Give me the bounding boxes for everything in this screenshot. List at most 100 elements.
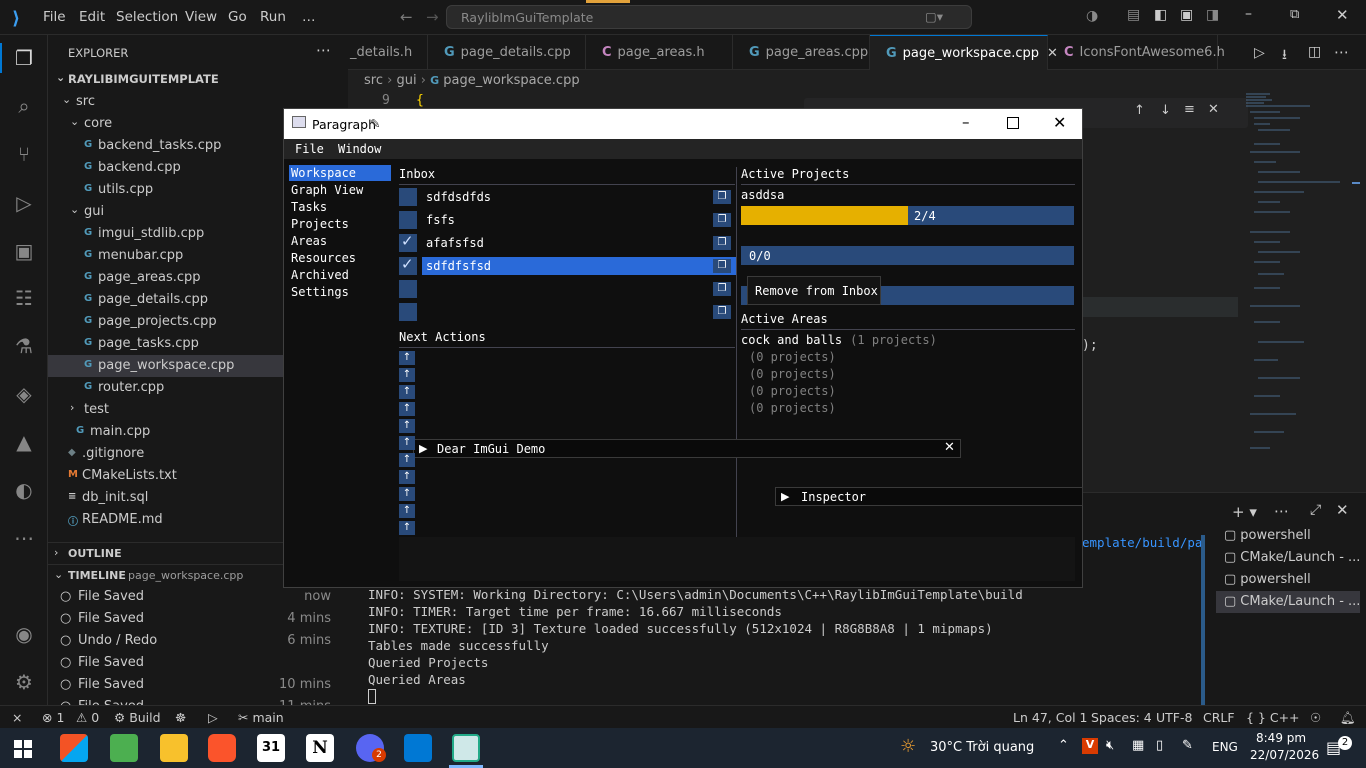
find-prev-icon[interactable]: ↑ — [1134, 103, 1145, 118]
inbox-checkbox[interactable] — [399, 232, 417, 252]
move-up-icon[interactable]: ↑ — [399, 521, 415, 535]
archive-icon[interactable]: ❐ — [713, 282, 731, 296]
archive-icon[interactable]: ❐ — [713, 305, 731, 319]
explorer-more-icon[interactable]: ⋯ — [316, 41, 331, 59]
source-control-icon[interactable]: ⑂ — [11, 141, 37, 167]
breadcrumb-src[interactable]: src — [364, 73, 383, 88]
toggle-sidebar-icon[interactable]: ◧ — [1154, 7, 1167, 23]
terminal-scrollbar[interactable] — [1201, 535, 1205, 705]
project-name[interactable]: asddsa — [741, 188, 784, 202]
area-item[interactable]: (0 projects) — [741, 401, 836, 417]
area-item[interactable]: cock and balls (1 projects) — [741, 333, 937, 349]
github-actions-icon[interactable]: ▲ — [11, 429, 37, 455]
timeline-item[interactable]: ○ File Saved — [48, 652, 348, 674]
timeline-item[interactable]: ○ File Saved 4 mins — [48, 608, 348, 630]
inspector-window[interactable]: ▶ Inspector — [775, 487, 1083, 506]
layout-customize-icon[interactable]: ▤ — [1127, 7, 1140, 23]
run-debug-icon[interactable]: ▷ — [11, 190, 37, 216]
volume-icon[interactable]: 🔇︎ — [1106, 738, 1114, 753]
close-icon[interactable]: ✕ — [1053, 113, 1066, 132]
branch-status[interactable]: ✂ main — [238, 710, 284, 725]
tab-page-areas-cpp[interactable]: Gpage_areas.cpp — [733, 35, 870, 70]
search-icon[interactable]: ⌕ — [11, 93, 37, 119]
clock-time[interactable]: 8:49 pm — [1256, 731, 1306, 745]
gitlens-icon[interactable]: ◐ — [11, 477, 37, 503]
inbox-item[interactable]: afafsfsd — [422, 234, 736, 252]
menu-run[interactable]: Run — [260, 9, 286, 25]
tab-page-areas-h[interactable]: Cpage_areas.h — [586, 35, 733, 70]
explorer-icon[interactable]: ❐ — [11, 45, 37, 71]
move-up-icon[interactable]: ↑ — [399, 419, 415, 433]
find-next-icon[interactable]: ↓ — [1160, 103, 1171, 118]
debug-icon[interactable]: ☸ — [175, 710, 186, 725]
paragraph-app-icon[interactable] — [452, 734, 480, 762]
timeline-item[interactable]: ○ File Saved 10 mins — [48, 674, 348, 696]
copilot-status-icon[interactable]: ☉ — [1310, 710, 1321, 725]
archive-icon[interactable]: ❐ — [713, 259, 731, 273]
project-root[interactable]: ⌄ RAYLIBIMGUITEMPLATE — [52, 69, 348, 91]
inbox-item[interactable]: sdfdsdfds — [422, 188, 736, 206]
accounts-layout-icon[interactable]: ◑ — [1086, 8, 1098, 24]
terminal-instance[interactable]: ▢ powershell — [1216, 525, 1360, 547]
collapse-arrow-icon[interactable]: ▶ — [419, 442, 427, 455]
imgui-menu-window[interactable]: Window — [338, 142, 381, 156]
nav-item-archived[interactable]: Archived — [289, 267, 391, 283]
weather-text[interactable]: 30°C Trời quang — [930, 740, 1034, 755]
menu-selection[interactable]: Selection — [116, 9, 178, 25]
new-terminal-icon[interactable]: + ▾ — [1232, 503, 1257, 521]
nav-item-settings[interactable]: Settings — [289, 284, 391, 300]
minecraft-icon[interactable] — [110, 734, 138, 762]
encoding-status[interactable]: UTF-8 — [1156, 710, 1192, 725]
timeline-item[interactable]: ○ Undo / Redo 6 mins — [48, 630, 348, 652]
breadcrumb-file[interactable]: page_workspace.cpp — [443, 73, 579, 88]
timeline-item[interactable]: ○ File Saved now — [48, 586, 348, 608]
find-selection-icon[interactable]: ≡ — [1184, 102, 1195, 117]
collapse-arrow-icon[interactable]: ▶ — [781, 490, 789, 503]
build-button[interactable]: ⚙ Build — [114, 710, 161, 725]
notion-icon[interactable]: N — [306, 734, 334, 762]
area-item[interactable]: (0 projects) — [741, 384, 836, 400]
menu-edit[interactable]: Edit — [79, 9, 105, 25]
remove-from-inbox-item[interactable]: Remove from Inbox — [755, 284, 878, 298]
menu-file[interactable]: File — [43, 9, 66, 25]
network-icon[interactable]: ▦ — [1132, 738, 1144, 753]
inbox-checkbox[interactable] — [399, 255, 417, 275]
store-icon[interactable] — [60, 734, 88, 762]
move-up-icon[interactable]: ↑ — [399, 368, 415, 382]
eol-status[interactable]: CRLF — [1203, 710, 1235, 725]
notifications-icon[interactable]: 🔔︎ — [1340, 710, 1356, 726]
close-icon[interactable]: ✕ — [944, 440, 955, 455]
brave-icon[interactable] — [208, 734, 236, 762]
move-up-icon[interactable]: ↑ — [399, 385, 415, 399]
tab-page-details-cpp[interactable]: Gpage_details.cpp — [428, 35, 586, 70]
nav-item-workspace[interactable]: Workspace — [289, 165, 391, 181]
discord-icon[interactable]: 2 — [356, 734, 386, 762]
error-icon[interactable]: ⊗ 1 — [42, 710, 64, 725]
minimap[interactable] — [1240, 92, 1360, 492]
inbox-checkbox[interactable] — [399, 211, 417, 229]
split-editor-icon[interactable]: ◫ — [1308, 44, 1321, 60]
maximize-panel-icon[interactable]: ⤢ — [1310, 502, 1321, 518]
nav-item-tasks[interactable]: Tasks — [289, 199, 391, 215]
settings-gear-icon[interactable]: ⚙ — [11, 669, 37, 695]
minimize-icon[interactable]: – — [1245, 6, 1252, 22]
move-up-icon[interactable]: ↑ — [399, 402, 415, 416]
minimize-icon[interactable]: – — [962, 113, 970, 131]
imgui-menu-file[interactable]: File — [295, 142, 324, 156]
battery-icon[interactable]: ▯ — [1156, 738, 1163, 753]
account-icon[interactable]: ◉ — [11, 621, 37, 647]
find-close-icon[interactable]: ✕ — [1208, 102, 1219, 117]
input-language[interactable]: ENG — [1212, 740, 1238, 754]
toggle-secondary-sidebar-icon[interactable]: ◨ — [1206, 7, 1219, 23]
tab-iconsfontawesome6-h[interactable]: C IconsFontAwesome6.h — [1048, 35, 1225, 70]
nav-item-projects[interactable]: Projects — [289, 216, 391, 232]
tray-chevron-icon[interactable]: ⌃ — [1058, 738, 1069, 753]
copilot-icon[interactable]: ▢▾ — [925, 9, 943, 24]
clock-date[interactable]: 22/07/2026 — [1250, 748, 1319, 762]
windows-start-icon[interactable] — [14, 740, 32, 758]
cmake-icon[interactable]: ◈ — [11, 381, 37, 407]
pen-icon[interactable]: ✎ — [1182, 738, 1193, 753]
vscode-taskbar-icon[interactable] — [404, 734, 432, 762]
run-icon[interactable]: ▷ — [1254, 45, 1265, 61]
move-up-icon[interactable]: ↑ — [399, 453, 415, 467]
